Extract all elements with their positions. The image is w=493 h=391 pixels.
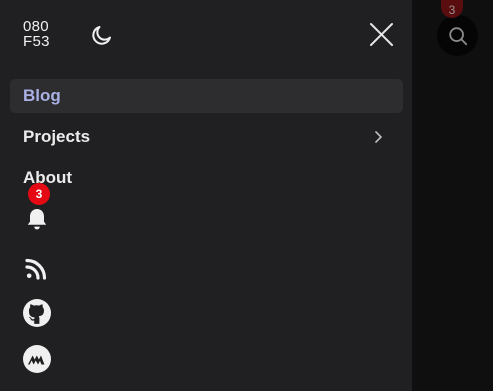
notification-count-badge: 3 xyxy=(28,183,50,205)
background-search-button xyxy=(437,15,478,56)
nav-item-about[interactable]: About xyxy=(10,161,403,195)
site-logo[interactable]: 080 F53 xyxy=(23,19,50,49)
github-link[interactable] xyxy=(22,298,52,328)
nav-item-label: About xyxy=(23,168,73,187)
nav-item-label: Blog xyxy=(23,86,61,105)
nav-item-projects[interactable]: Projects xyxy=(10,120,403,154)
rss-icon xyxy=(25,258,47,280)
close-menu-button[interactable] xyxy=(368,21,395,48)
rss-feed-link[interactable] xyxy=(22,253,52,283)
medium-link[interactable] xyxy=(22,344,52,374)
theme-toggle-button[interactable] xyxy=(90,23,114,47)
navigation-drawer: 080 F53 Blog Projects About 3 xyxy=(0,0,412,391)
logo-line-2: F53 xyxy=(23,33,50,50)
nav-item-blog[interactable]: Blog xyxy=(10,79,403,113)
moon-icon xyxy=(92,26,111,45)
chevron-right-icon xyxy=(375,131,383,143)
bell-icon xyxy=(27,209,47,230)
close-icon xyxy=(370,23,393,46)
notifications-button[interactable] xyxy=(22,203,52,233)
medium-icon xyxy=(23,345,51,373)
logo-line-1: 080 xyxy=(23,18,49,35)
nav-item-label: Projects xyxy=(23,127,91,146)
page-backdrop[interactable] xyxy=(412,0,493,391)
github-icon xyxy=(23,299,51,327)
search-icon xyxy=(448,26,467,45)
